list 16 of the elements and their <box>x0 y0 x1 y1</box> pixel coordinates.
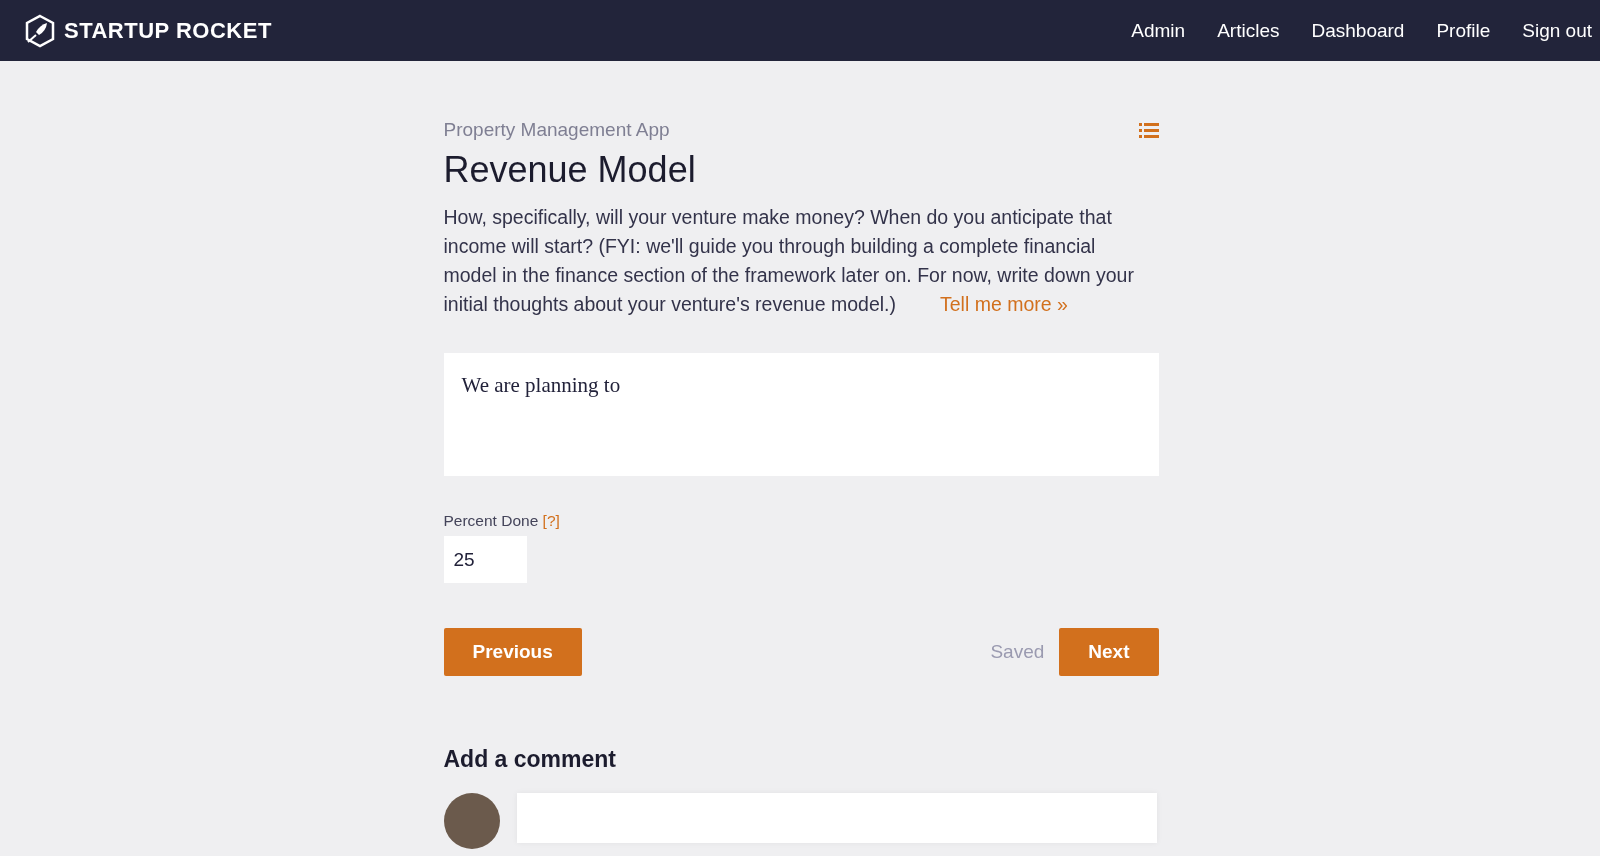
saved-status: Saved <box>990 641 1045 663</box>
comment-heading: Add a comment <box>443 746 618 773</box>
nav-link[interactable]: Sign out <box>1506 19 1600 42</box>
brand-name[interactable]: STARTUP ROCKET <box>64 17 272 44</box>
project-name: Property Management App <box>443 119 670 141</box>
nav-link[interactable]: Admin <box>1115 19 1202 42</box>
percent-done-label: Percent Done <box>443 512 539 529</box>
page-title: Revenue Model <box>443 149 697 191</box>
nav-link[interactable]: Articles <box>1201 19 1296 42</box>
rocket-hexagon-logo-icon <box>24 13 56 48</box>
answer-field[interactable]: We are planning to <box>443 353 1159 476</box>
nav-link[interactable]: Profile <box>1420 19 1507 42</box>
percent-done-field[interactable]: 25 <box>443 536 527 583</box>
description-text: How, specifically, will your venture make money? When do you anticipate that income will start? (FYI: we'll guide you through building a complete financial model in the finance section of the framework later on. For now, write down your initial thoughts about your venture's revenue model.) Tell me more » <box>443 205 1135 317</box>
nav-link[interactable]: Dashboard <box>1295 19 1421 42</box>
list-icon[interactable] <box>1138 121 1159 139</box>
